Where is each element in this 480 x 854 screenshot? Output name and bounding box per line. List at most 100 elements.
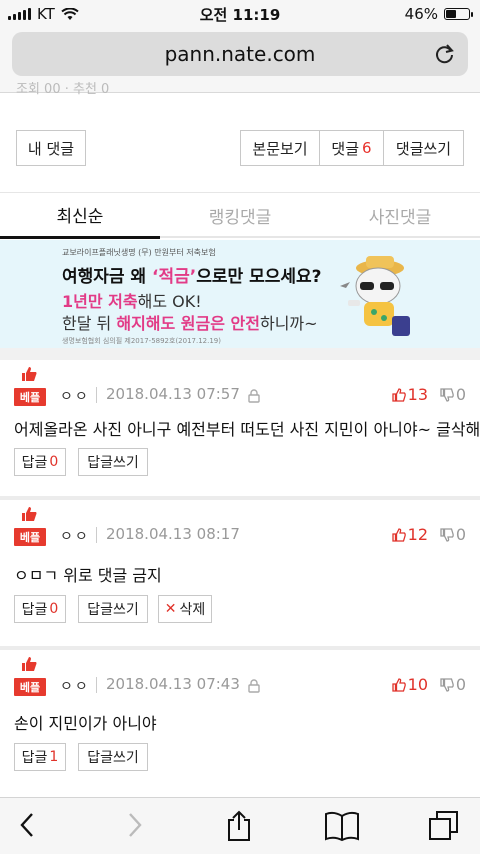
downvote-button[interactable]: 0: [440, 675, 466, 694]
reply-label: 답글: [21, 455, 48, 471]
best-label: 베플: [14, 528, 46, 546]
downvote-count: 0: [455, 385, 466, 404]
thumbs-down-icon: [440, 387, 454, 402]
battery-icon: [444, 8, 473, 20]
tab-photo[interactable]: 사진댓글: [320, 193, 480, 237]
comments-label: 댓글: [331, 139, 360, 158]
write-comment-label: 댓글쓰기: [395, 139, 452, 158]
close-icon: ✕: [164, 601, 177, 617]
write-reply-label: 답글쓰기: [87, 750, 139, 766]
ad-headline-post: 으로만 모으세요?: [196, 267, 322, 287]
back-icon[interactable]: [18, 810, 38, 840]
ad-line2: 1년만 저축해도 OK!: [62, 288, 202, 312]
best-label: 베플: [14, 388, 46, 406]
comment-item: 베플 ㅇㅇ 2018.04.13 07:43 10 0 손이 지민이가 아니야 …: [0, 650, 480, 797]
comment-meta: 베플 ㅇㅇ 2018.04.13 08:17 12 0: [14, 507, 466, 548]
comment-meta: 베플 ㅇㅇ 2018.04.13 07:43 10 0: [14, 657, 466, 698]
author-name: ㅇㅇ: [60, 679, 90, 695]
delete-label: 삭제: [179, 602, 206, 618]
upvote-button[interactable]: 10: [391, 675, 428, 694]
bookmarks-icon[interactable]: [324, 810, 360, 842]
ad-headline-highlight: ‘적금’: [152, 267, 197, 287]
my-comments-button[interactable]: 내 댓글: [16, 130, 86, 166]
comment-actions-row: 내 댓글 본문보기 댓글 6 댓글쓰기: [16, 130, 464, 166]
comment-item: 베플 ㅇㅇ 2018.04.13 07:57 13 0 어제올라온 사진 아니구…: [0, 360, 480, 496]
lock-icon: [248, 389, 260, 403]
my-comments-label: 내 댓글: [27, 139, 75, 158]
share-icon[interactable]: [226, 810, 252, 842]
tab-ranking[interactable]: 랭킹댓글: [160, 193, 320, 237]
cat-traveler-illustration: [340, 256, 410, 336]
thumbs-up-icon: [391, 527, 406, 542]
cut-off-stats: 조회 00 · 추천 0: [16, 82, 110, 97]
view-original-button[interactable]: 본문보기: [240, 130, 320, 166]
reply-label: 답글: [21, 750, 48, 766]
battery-percent: 46%: [404, 5, 438, 23]
downvote-button[interactable]: 0: [440, 385, 466, 404]
meta-divider: [96, 677, 97, 693]
write-reply-button[interactable]: 답글쓰기: [78, 595, 148, 623]
url-text: pann.nate.com: [164, 42, 316, 66]
ad-headline-pre: 여행자금 왜: [62, 267, 153, 287]
author-name: ㅇㅇ: [60, 389, 90, 405]
comment-date: 2018.04.13 07:57: [106, 385, 240, 403]
reply-button[interactable]: 답글 0: [14, 595, 66, 623]
downvote-button[interactable]: 0: [440, 525, 466, 544]
comment-item: 베플 ㅇㅇ 2018.04.13 08:17 12 0 ㅇㅁㄱ 위로 댓글 금지…: [0, 500, 480, 646]
view-original-label: 본문보기: [252, 139, 308, 158]
comments-button[interactable]: 댓글 6: [319, 130, 384, 166]
reply-button[interactable]: 답글 0: [14, 448, 66, 476]
address-bar[interactable]: pann.nate.com: [12, 32, 468, 76]
thumbs-down-icon: [440, 527, 454, 542]
best-badge: 베플: [14, 657, 46, 698]
reply-count: 0: [49, 601, 59, 617]
ad-brand: 교보라이프플래닛생명 (무) 만원부터 저축보험: [62, 248, 216, 257]
thumbs-up-icon: [22, 657, 37, 671]
meta-divider: [96, 527, 97, 543]
ad-line3-highlight: 해지해도 원금은 안전: [116, 314, 260, 333]
reply-label: 답글: [21, 602, 48, 618]
best-badge: 베플: [14, 507, 46, 548]
comment-text: 손이 지민이가 아니야: [14, 714, 157, 733]
reply-button[interactable]: 답글 1: [14, 743, 66, 771]
ad-banner[interactable]: 교보라이프플래닛생명 (무) 만원부터 저축보험 여행자금 왜 ‘적금’으로만 …: [0, 240, 480, 348]
tab-latest-label: 최신순: [56, 207, 104, 227]
tab-ranking-label: 랭킹댓글: [208, 207, 272, 228]
thumbs-up-icon: [391, 387, 406, 402]
comment-meta: 베플 ㅇㅇ 2018.04.13 07:57 13 0: [14, 367, 466, 408]
reply-count: 0: [49, 454, 59, 470]
tabs-icon[interactable]: [428, 810, 460, 842]
thumbs-up-icon: [391, 677, 406, 692]
write-reply-label: 답글쓰기: [87, 602, 139, 618]
comment-date: 2018.04.13 07:43: [106, 675, 240, 693]
tab-latest[interactable]: 최신순: [0, 193, 160, 239]
write-reply-button[interactable]: 답글쓰기: [78, 448, 148, 476]
write-reply-label: 답글쓰기: [87, 455, 139, 471]
ad-fine-print: 생명보험협회 심의필 제2017-5892호(2017.12.19): [62, 337, 221, 345]
ad-line3: 한달 뒤 해지해도 원금은 안전하니까~: [62, 310, 318, 334]
comment-date: 2018.04.13 08:17: [106, 525, 240, 543]
best-label: 베플: [14, 678, 46, 696]
upvote-count: 12: [407, 525, 428, 544]
thumbs-up-icon: [22, 507, 37, 521]
browser-toolbar: [0, 797, 480, 854]
ad-headline: 여행자금 왜 ‘적금’으로만 모으세요?: [62, 262, 322, 287]
section-divider: [0, 348, 480, 360]
write-comment-button[interactable]: 댓글쓰기: [383, 130, 464, 166]
upvote-button[interactable]: 13: [391, 385, 428, 404]
ad-line3-pre: 한달 뒤: [62, 314, 117, 333]
delete-button[interactable]: ✕ 삭제: [158, 595, 212, 623]
thumbs-up-icon: [22, 367, 37, 381]
thumbs-down-icon: [440, 677, 454, 692]
reload-icon[interactable]: [434, 43, 456, 65]
ad-line3-post: 하니까~: [259, 314, 318, 333]
status-bar: KT 오전 11:19 46%: [0, 0, 480, 28]
best-badge: 베플: [14, 367, 46, 408]
meta-divider: [96, 387, 97, 403]
write-reply-button[interactable]: 답글쓰기: [78, 743, 148, 771]
author-name: ㅇㅇ: [60, 529, 90, 545]
forward-icon[interactable]: [124, 810, 144, 840]
downvote-count: 0: [455, 675, 466, 694]
upvote-button[interactable]: 12: [391, 525, 428, 544]
comments-count: 6: [362, 139, 372, 157]
